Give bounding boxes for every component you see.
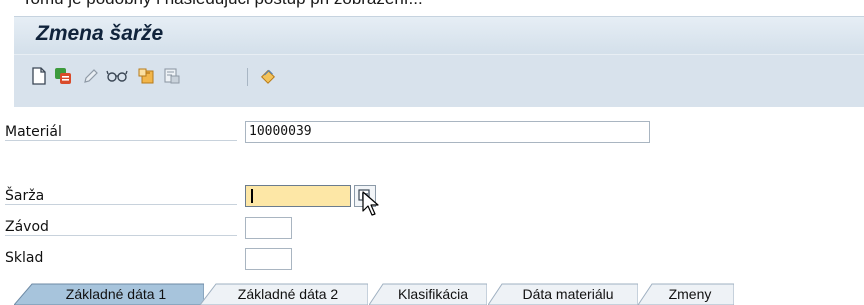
form-area: Materiál 10000039 Šarža Závod Sklad [0,107,864,305]
partial-top-text: Tomu je podobný i nasledujúci postup pri… [0,0,864,16]
where-used-icon[interactable] [259,67,277,85]
window-titlebar: Zmena šarže [14,16,864,55]
tab-label: Dáta materiálu [522,286,614,302]
tab-label: Základné dáta 1 [65,286,167,302]
tab-data-materialu[interactable]: Dáta materiálu [488,283,638,305]
material-label: Materiál [5,124,237,141]
storage-label: Sklad [5,250,44,266]
cropped-instruction-text: Tomu je podobný i nasledujúci postup pri… [22,0,423,9]
tab-label: Základné dáta 2 [237,286,339,302]
storage-row: Sklad [0,248,864,270]
batch-label: Šarža [5,188,237,205]
toolbar-separator [247,68,248,86]
change-icon[interactable] [82,67,100,85]
tab-label: Klasifikácia [397,286,469,302]
plant-label: Závod [5,219,237,236]
other-batch-icon[interactable] [54,67,72,85]
mouse-cursor-icon [362,191,379,216]
tab-klasifikacia[interactable]: Klasifikácia [369,283,487,305]
tab-zakladne-data-1[interactable]: Základné dáta 1 [14,283,204,305]
tab-label: Zmeny [668,286,712,302]
plant-row: Závod [0,217,864,239]
storage-input[interactable] [245,248,292,270]
tab-zmeny[interactable]: Zmeny [638,283,734,305]
tab-strip: Základné dáta 1 Základné dáta 2 Klasifik… [0,283,864,305]
create-icon[interactable] [137,67,155,85]
batch-row: Šarža [0,185,864,216]
batch-input[interactable] [245,185,351,207]
material-input[interactable]: 10000039 [245,121,650,143]
application-toolbar [14,54,864,109]
archive-icon[interactable] [163,67,181,85]
display-icon[interactable] [106,67,128,85]
new-document-icon[interactable] [30,67,48,85]
text-caret [251,189,253,203]
window-title: Zmena šarže [36,22,164,45]
material-row: Materiál 10000039 [0,121,864,143]
plant-input[interactable] [245,217,292,239]
tab-zakladne-data-2[interactable]: Základné dáta 2 [200,283,368,305]
